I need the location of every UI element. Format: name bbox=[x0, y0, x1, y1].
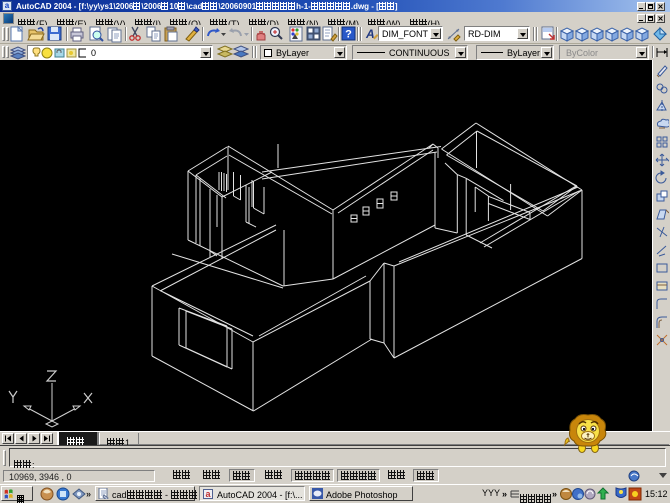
svg-text:?: ? bbox=[345, 29, 352, 41]
svg-text:A: A bbox=[365, 27, 375, 41]
